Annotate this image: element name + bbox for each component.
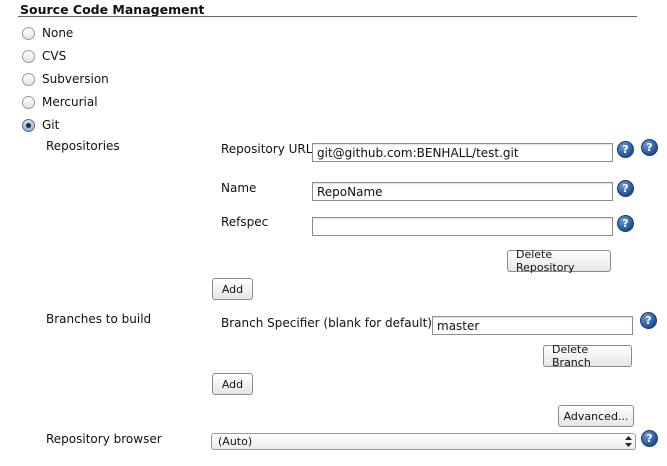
delete-branch-button[interactable]: Delete Branch	[543, 343, 632, 369]
branch-specifier-label: Branch Specifier (blank for default):	[221, 316, 436, 330]
radio-label-none: None	[42, 26, 74, 40]
help-icon[interactable]: ?	[641, 430, 658, 447]
radio-label-subversion: Subversion	[42, 72, 109, 86]
section-title: Source Code Management	[20, 2, 205, 17]
add-branch-button[interactable]: Add	[212, 373, 253, 395]
repository-browser-select[interactable]: (Auto)	[211, 433, 636, 450]
radio-cvs-icon[interactable]	[22, 49, 35, 63]
section-divider	[18, 16, 637, 17]
radio-git-icon[interactable]	[22, 118, 35, 132]
advanced-button[interactable]: Advanced...	[558, 405, 634, 427]
help-icon[interactable]: ?	[617, 180, 634, 197]
branch-specifier-input[interactable]	[432, 316, 633, 335]
repositories-label: Repositories	[46, 139, 120, 153]
delete-repository-button[interactable]: Delete Repository	[507, 248, 611, 274]
repository-url-label: Repository URL	[221, 142, 313, 156]
repository-browser-selected: (Auto)	[218, 435, 253, 448]
repository-browser-label: Repository browser	[46, 432, 162, 446]
branches-label: Branches to build	[46, 312, 152, 326]
radio-option-git[interactable]: Git	[22, 116, 59, 134]
name-label: Name	[221, 181, 257, 195]
radio-mercurial-icon[interactable]	[22, 95, 35, 109]
select-arrows-icon	[625, 434, 632, 449]
help-icon[interactable]: ?	[640, 312, 657, 329]
radio-label-git: Git	[42, 118, 60, 132]
radio-option-none[interactable]: None	[22, 24, 73, 42]
radio-subversion-icon[interactable]	[22, 72, 35, 86]
help-icon[interactable]: ?	[617, 215, 634, 232]
radio-option-subversion[interactable]: Subversion	[22, 70, 109, 88]
add-repository-button[interactable]: Add	[212, 278, 253, 300]
radio-none-icon[interactable]	[22, 26, 35, 40]
radio-option-mercurial[interactable]: Mercurial	[22, 93, 98, 111]
help-icon[interactable]: ?	[641, 139, 658, 156]
refspec-input[interactable]	[312, 217, 613, 236]
radio-label-cvs: CVS	[42, 49, 67, 63]
repository-url-input[interactable]	[312, 143, 613, 162]
radio-label-mercurial: Mercurial	[42, 95, 98, 109]
help-icon[interactable]: ?	[617, 141, 634, 158]
radio-option-cvs[interactable]: CVS	[22, 47, 66, 65]
repository-name-input[interactable]	[312, 182, 613, 201]
refspec-label: Refspec	[221, 215, 269, 229]
